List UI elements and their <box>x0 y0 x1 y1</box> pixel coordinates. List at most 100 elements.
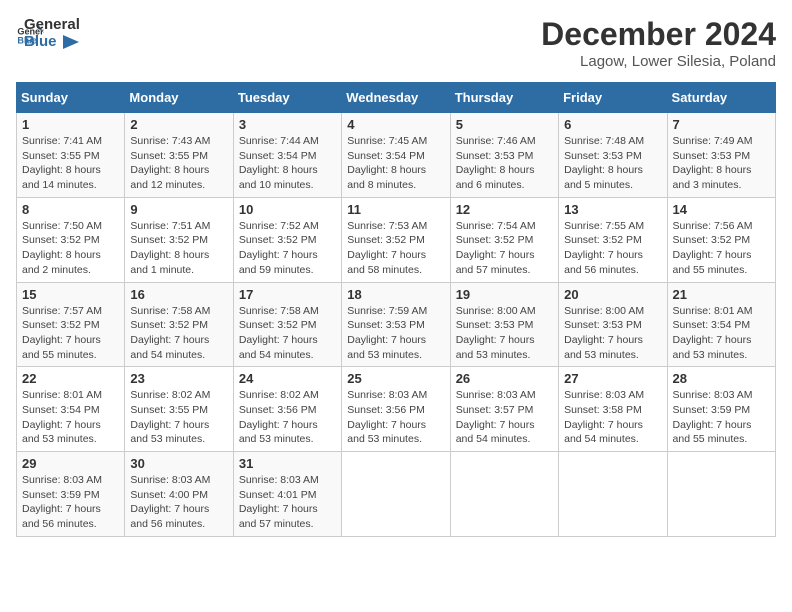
day-info: Sunrise: 8:03 AMSunset: 3:59 PMDaylight:… <box>22 473 119 532</box>
table-row: 16Sunrise: 7:58 AMSunset: 3:52 PMDayligh… <box>125 282 233 367</box>
day-number: 24 <box>239 371 336 386</box>
table-row <box>667 452 775 537</box>
day-number: 15 <box>22 287 119 302</box>
col-monday: Monday <box>125 83 233 113</box>
day-number: 8 <box>22 202 119 217</box>
day-info: Sunrise: 8:02 AMSunset: 3:55 PMDaylight:… <box>130 388 227 447</box>
day-number: 5 <box>456 117 553 132</box>
day-number: 19 <box>456 287 553 302</box>
table-row: 24 Sunrise: 8:02 AMSunset: 3:56 PMDayligh… <box>233 367 341 452</box>
day-number: 3 <box>239 117 336 132</box>
col-friday: Friday <box>559 83 667 113</box>
day-info: Sunrise: 7:45 AMSunset: 3:54 PMDaylight:… <box>347 134 444 193</box>
table-row: 22 Sunrise: 8:01 AMSunset: 3:54 PMDayligh… <box>17 367 125 452</box>
col-wednesday: Wednesday <box>342 83 450 113</box>
day-info: Sunrise: 8:03 AMSunset: 4:00 PMDaylight:… <box>130 473 227 532</box>
day-number: 17 <box>239 287 336 302</box>
day-info: Sunrise: 7:54 AMSunset: 3:52 PMDaylight:… <box>456 219 553 278</box>
day-info: Sunrise: 8:01 AMSunset: 3:54 PMDaylight:… <box>673 304 770 363</box>
col-saturday: Saturday <box>667 83 775 113</box>
table-row: 27Sunrise: 8:03 AMSunset: 3:58 PMDayligh… <box>559 367 667 452</box>
table-row: 11 Sunrise: 7:53 AMSunset: 3:52 PMDayligh… <box>342 197 450 282</box>
day-number: 30 <box>130 456 227 471</box>
table-row: 17 Sunrise: 7:58 AMSunset: 3:52 PMDayligh… <box>233 282 341 367</box>
day-number: 26 <box>456 371 553 386</box>
table-row: 23 Sunrise: 8:02 AMSunset: 3:55 PMDayligh… <box>125 367 233 452</box>
calendar-header-row: Sunday Monday Tuesday Wednesday Thursday… <box>17 83 776 113</box>
day-number: 2 <box>130 117 227 132</box>
day-info: Sunrise: 7:50 AMSunset: 3:52 PMDaylight:… <box>22 219 119 278</box>
table-row: 21 Sunrise: 8:01 AMSunset: 3:54 PMDayligh… <box>667 282 775 367</box>
table-row: 5 Sunrise: 7:46 AMSunset: 3:53 PMDaylight… <box>450 113 558 198</box>
page-header: General Blue General Blue December 2024 … <box>16 16 776 70</box>
day-number: 27 <box>564 371 661 386</box>
month-title: December 2024 <box>541 16 776 53</box>
day-info: Sunrise: 7:59 AMSunset: 3:53 PMDaylight:… <box>347 304 444 363</box>
table-row: 18 Sunrise: 7:59 AMSunset: 3:53 PMDayligh… <box>342 282 450 367</box>
table-row <box>342 452 450 537</box>
day-info: Sunrise: 8:02 AMSunset: 3:56 PMDaylight:… <box>239 388 336 447</box>
day-info: Sunrise: 7:49 AMSunset: 3:53 PMDaylight:… <box>673 134 770 193</box>
day-number: 25 <box>347 371 444 386</box>
day-number: 28 <box>673 371 770 386</box>
day-info: Sunrise: 8:01 AMSunset: 3:54 PMDaylight:… <box>22 388 119 447</box>
day-number: 29 <box>22 456 119 471</box>
day-number: 11 <box>347 202 444 217</box>
day-number: 22 <box>22 371 119 386</box>
day-number: 23 <box>130 371 227 386</box>
table-row: 2 Sunrise: 7:43 AMSunset: 3:55 PMDaylight… <box>125 113 233 198</box>
calendar-week-row: 22 Sunrise: 8:01 AMSunset: 3:54 PMDayligh… <box>17 367 776 452</box>
table-row: 4 Sunrise: 7:45 AMSunset: 3:54 PMDaylight… <box>342 113 450 198</box>
day-number: 18 <box>347 287 444 302</box>
day-info: Sunrise: 7:52 AMSunset: 3:52 PMDaylight:… <box>239 219 336 278</box>
calendar-week-row: 15Sunrise: 7:57 AMSunset: 3:52 PMDayligh… <box>17 282 776 367</box>
day-number: 21 <box>673 287 770 302</box>
day-info: Sunrise: 7:48 AMSunset: 3:53 PMDaylight:… <box>564 134 661 193</box>
day-number: 31 <box>239 456 336 471</box>
table-row: 29 Sunrise: 8:03 AMSunset: 3:59 PMDayligh… <box>17 452 125 537</box>
calendar-body: 1 Sunrise: 7:41 AMSunset: 3:55 PMDaylight… <box>17 113 776 537</box>
day-number: 12 <box>456 202 553 217</box>
day-info: Sunrise: 8:03 AMSunset: 3:56 PMDaylight:… <box>347 388 444 447</box>
day-info: Sunrise: 7:51 AMSunset: 3:52 PMDaylight:… <box>130 219 227 278</box>
table-row: 6 Sunrise: 7:48 AMSunset: 3:53 PMDaylight… <box>559 113 667 198</box>
calendar-week-row: 1 Sunrise: 7:41 AMSunset: 3:55 PMDaylight… <box>17 113 776 198</box>
calendar-table: Sunday Monday Tuesday Wednesday Thursday… <box>16 82 776 537</box>
day-info: Sunrise: 7:55 AMSunset: 3:52 PMDaylight:… <box>564 219 661 278</box>
day-number: 10 <box>239 202 336 217</box>
day-number: 20 <box>564 287 661 302</box>
day-number: 4 <box>347 117 444 132</box>
day-number: 1 <box>22 117 119 132</box>
day-info: Sunrise: 8:03 AMSunset: 3:57 PMDaylight:… <box>456 388 553 447</box>
calendar-week-row: 8 Sunrise: 7:50 AMSunset: 3:52 PMDaylight… <box>17 197 776 282</box>
day-info: Sunrise: 7:58 AMSunset: 3:52 PMDaylight:… <box>239 304 336 363</box>
table-row: 12 Sunrise: 7:54 AMSunset: 3:52 PMDayligh… <box>450 197 558 282</box>
calendar-week-row: 29 Sunrise: 8:03 AMSunset: 3:59 PMDayligh… <box>17 452 776 537</box>
day-info: Sunrise: 8:00 AMSunset: 3:53 PMDaylight:… <box>564 304 661 363</box>
logo-general: General <box>24 16 80 33</box>
day-number: 9 <box>130 202 227 217</box>
day-info: Sunrise: 7:41 AMSunset: 3:55 PMDaylight:… <box>22 134 119 193</box>
day-info: Sunrise: 7:46 AMSunset: 3:53 PMDaylight:… <box>456 134 553 193</box>
col-sunday: Sunday <box>17 83 125 113</box>
table-row: 14Sunrise: 7:56 AMSunset: 3:52 PMDayligh… <box>667 197 775 282</box>
location: Lagow, Lower Silesia, Poland <box>541 53 776 70</box>
day-number: 6 <box>564 117 661 132</box>
table-row: 7 Sunrise: 7:49 AMSunset: 3:53 PMDaylight… <box>667 113 775 198</box>
table-row: 15Sunrise: 7:57 AMSunset: 3:52 PMDayligh… <box>17 282 125 367</box>
table-row: 9 Sunrise: 7:51 AMSunset: 3:52 PMDaylight… <box>125 197 233 282</box>
day-number: 7 <box>673 117 770 132</box>
table-row <box>450 452 558 537</box>
day-info: Sunrise: 8:03 AMSunset: 3:59 PMDaylight:… <box>673 388 770 447</box>
table-row: 13Sunrise: 7:55 AMSunset: 3:52 PMDayligh… <box>559 197 667 282</box>
logo-blue: Blue <box>24 33 80 50</box>
day-info: Sunrise: 7:43 AMSunset: 3:55 PMDaylight:… <box>130 134 227 193</box>
table-row: 25 Sunrise: 8:03 AMSunset: 3:56 PMDayligh… <box>342 367 450 452</box>
table-row: 20 Sunrise: 8:00 AMSunset: 3:53 PMDayligh… <box>559 282 667 367</box>
table-row: 28 Sunrise: 8:03 AMSunset: 3:59 PMDayligh… <box>667 367 775 452</box>
col-thursday: Thursday <box>450 83 558 113</box>
table-row: 26 Sunrise: 8:03 AMSunset: 3:57 PMDayligh… <box>450 367 558 452</box>
table-row: 31Sunrise: 8:03 AMSunset: 4:01 PMDayligh… <box>233 452 341 537</box>
day-info: Sunrise: 8:00 AMSunset: 3:53 PMDaylight:… <box>456 304 553 363</box>
day-info: Sunrise: 7:53 AMSunset: 3:52 PMDaylight:… <box>347 219 444 278</box>
